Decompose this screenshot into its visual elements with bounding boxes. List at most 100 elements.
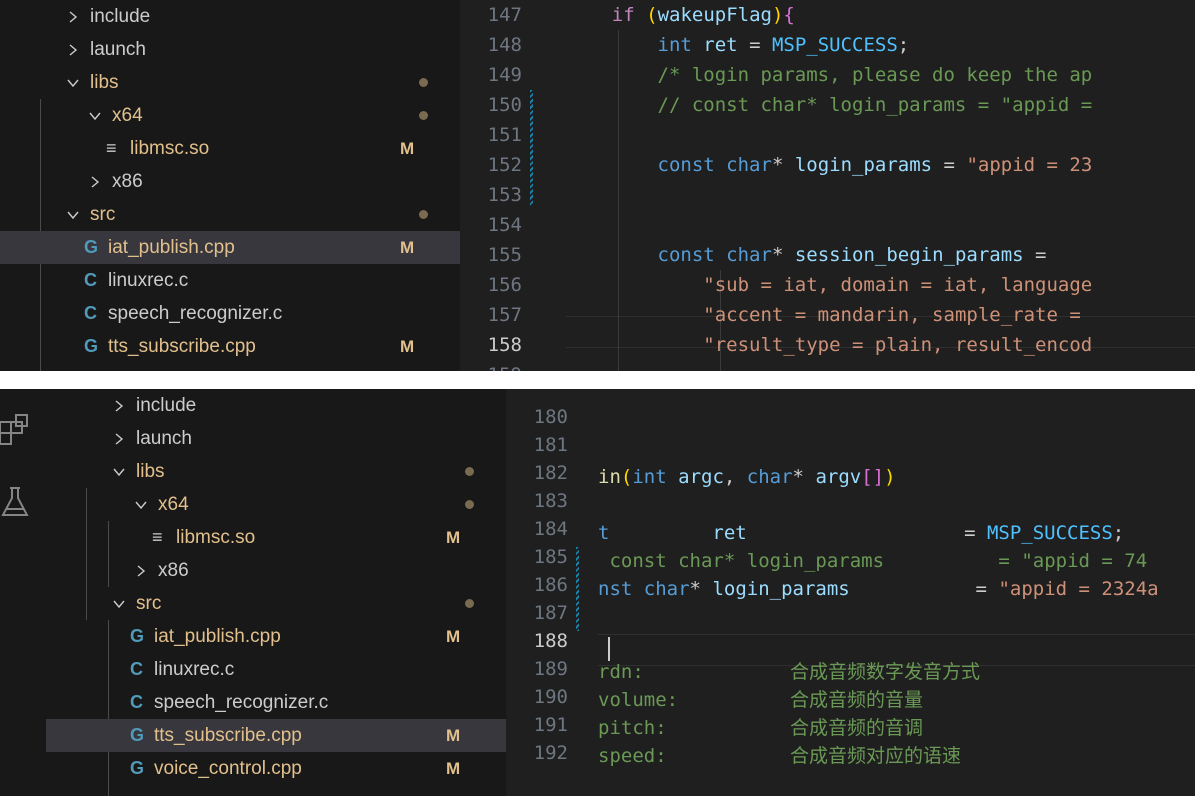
tree-item-label: launch xyxy=(90,38,146,60)
type-char: char xyxy=(746,466,793,488)
tree-item-label: voice_control.cpp xyxy=(154,757,302,779)
text-file-icon: ≡ xyxy=(152,527,163,547)
code-editor[interactable]: in(int argc, char* argv[]) t ret = MSP_S… xyxy=(598,389,1195,796)
modified-lines-indicator[interactable] xyxy=(576,547,579,631)
code-line-param: pitch: 合成音频的音调 xyxy=(598,713,923,743)
tree-item-label: linuxrec.c xyxy=(154,658,235,680)
code-line-147: if (wakeupFlag){ xyxy=(566,0,795,30)
chevron-right-icon[interactable] xyxy=(62,43,84,57)
chevron-down-icon[interactable] xyxy=(108,598,130,610)
tree-item-tts-subscribe-cpp[interactable]: Gtts_subscribe.cpp M xyxy=(46,719,506,752)
line-number: 148 xyxy=(487,34,522,56)
param-description: 合成音频数字发音方式 xyxy=(790,661,981,683)
tree-item-iat-publish-cpp[interactable]: Giat_publish.cpp M xyxy=(0,231,460,264)
code-line-152: const char* login_params = "appid = 23 xyxy=(657,154,1093,176)
keyword-const: const xyxy=(657,154,715,176)
code-line-182: in(int argc, char* argv[]) xyxy=(598,466,896,488)
line-number: 186 xyxy=(533,574,568,596)
tree-item-libmsc-so[interactable]: ≡ libmsc.so M xyxy=(46,521,506,554)
tree-item-label: x64 xyxy=(158,493,189,515)
chevron-down-icon[interactable] xyxy=(108,466,130,478)
tree-item-label: src xyxy=(90,203,116,225)
extensions-icon[interactable] xyxy=(0,413,34,447)
c-file-icon: C xyxy=(84,270,97,290)
string-sub-iat: "sub = iat, domain = iat, language xyxy=(703,274,1093,296)
testing-flask-icon[interactable] xyxy=(0,485,34,519)
git-modified-badge: M xyxy=(400,138,415,158)
param-key: rdn: xyxy=(598,661,644,683)
variable-login-params: login_params xyxy=(712,578,850,600)
tree-item-speech-recognizer-c[interactable]: Cspeech_recognizer.c xyxy=(0,297,460,330)
comment-appid: "appid = 74 xyxy=(1021,550,1148,572)
editor-screenshot-top: include launch libs x64 ≡ libmsc.so M x86 src Gia… xyxy=(0,0,1195,371)
git-modified-badge: M xyxy=(446,626,461,646)
cpp-file-icon: G xyxy=(130,626,145,646)
tree-item-label: linuxrec.c xyxy=(108,269,189,291)
tree-item-libmsc-so[interactable]: ≡ libmsc.so M xyxy=(0,132,460,165)
type-int: int xyxy=(657,34,692,56)
chevron-down-icon[interactable] xyxy=(130,499,152,511)
comment-const-login-params: // const char* login_params = "appid = xyxy=(657,94,1093,116)
tree-item-src[interactable]: src xyxy=(46,587,506,620)
line-number: 188 xyxy=(533,630,568,652)
tree-item-x86[interactable]: x86 xyxy=(0,165,460,198)
line-number: 184 xyxy=(533,518,568,540)
tree-item-src[interactable]: src xyxy=(0,198,460,231)
tree-item-include[interactable]: include xyxy=(46,389,506,422)
chevron-down-icon[interactable] xyxy=(62,77,84,89)
chevron-right-icon[interactable] xyxy=(84,175,106,189)
modified-lines-indicator[interactable] xyxy=(530,90,533,206)
chevron-down-icon[interactable] xyxy=(84,110,106,122)
tree-item-tts-subscribe-cpp[interactable]: Gtts_subscribe.cpp M xyxy=(0,330,460,363)
line-number: 147 xyxy=(487,4,522,26)
line-number: 159 xyxy=(488,360,522,371)
line-number-gutter: 180 181 182 183 184 185 186 187 188 189 190 191 192 xyxy=(506,389,598,796)
tree-item-include[interactable]: include xyxy=(0,0,460,33)
tree-item-linuxrec-c[interactable]: Clinuxrec.c xyxy=(46,653,506,686)
chevron-right-icon[interactable] xyxy=(108,432,130,446)
chevron-down-icon[interactable] xyxy=(62,209,84,221)
tree-item-label: include xyxy=(136,394,197,416)
tree-item-libs[interactable]: libs xyxy=(0,66,460,99)
chevron-right-icon[interactable] xyxy=(62,10,84,24)
tree-item-linuxrec-c[interactable]: Clinuxrec.c xyxy=(0,264,460,297)
chevron-right-icon[interactable] xyxy=(108,399,130,413)
modified-dot-indicator xyxy=(419,111,428,120)
tree-item-x64[interactable]: x64 xyxy=(46,488,506,521)
chevron-right-icon[interactable] xyxy=(130,564,152,578)
line-number: 156 xyxy=(487,274,522,296)
line-number: 183 xyxy=(533,490,568,512)
code-line-157: "accent = mandarin, sample_rate = xyxy=(566,300,1092,330)
tree-item-label: x86 xyxy=(112,170,143,192)
tree-item-iat-publish-cpp[interactable]: Giat_publish.cpp M xyxy=(46,620,506,653)
tree-item-launch[interactable]: launch xyxy=(46,422,506,455)
tree-item-label: x64 xyxy=(112,104,143,126)
line-number: 152 xyxy=(487,154,522,176)
line-number: 157 xyxy=(487,304,522,326)
tree-item-x86[interactable]: x86 xyxy=(46,554,506,587)
tree-item-launch[interactable]: launch xyxy=(0,33,460,66)
tree-item-label: tts_subscribe.cpp xyxy=(154,724,302,746)
code-line-156: "sub = iat, domain = iat, language xyxy=(566,270,1092,300)
c-file-icon: C xyxy=(130,659,143,679)
string-appid: "appid = 23 xyxy=(966,154,1093,176)
line-number: 180 xyxy=(533,406,568,428)
tree-item-label: speech_recognizer.c xyxy=(154,691,329,713)
tree-item-speech-recognizer-c[interactable]: Cspeech_recognizer.c xyxy=(46,686,506,719)
param-key: speed: xyxy=(598,745,667,767)
code-editor[interactable]: if (wakeupFlag){ int ret = MSP_SUCCESS; … xyxy=(566,0,1195,371)
bracket: [] xyxy=(861,466,885,488)
git-modified-badge: M xyxy=(446,758,461,778)
type-char: char xyxy=(726,244,772,266)
param-description: 合成音频对应的语速 xyxy=(790,745,962,767)
keyword-if: if xyxy=(611,4,635,26)
file-explorer: include launch libs x64 ≡ libmsc.so M x86 src Gia… xyxy=(0,0,460,371)
string-appid: "appid = 2324a xyxy=(998,578,1159,600)
param-key: pitch: xyxy=(598,717,667,739)
tree-item-voice-control-cpp[interactable]: Gvoice_control.cpp M xyxy=(46,752,506,785)
line-number: 189 xyxy=(533,658,568,680)
tree-item-libs[interactable]: libs xyxy=(46,455,506,488)
tree-item-label: iat_publish.cpp xyxy=(154,625,281,647)
comment-const: const xyxy=(609,550,667,572)
tree-item-x64[interactable]: x64 xyxy=(0,99,460,132)
